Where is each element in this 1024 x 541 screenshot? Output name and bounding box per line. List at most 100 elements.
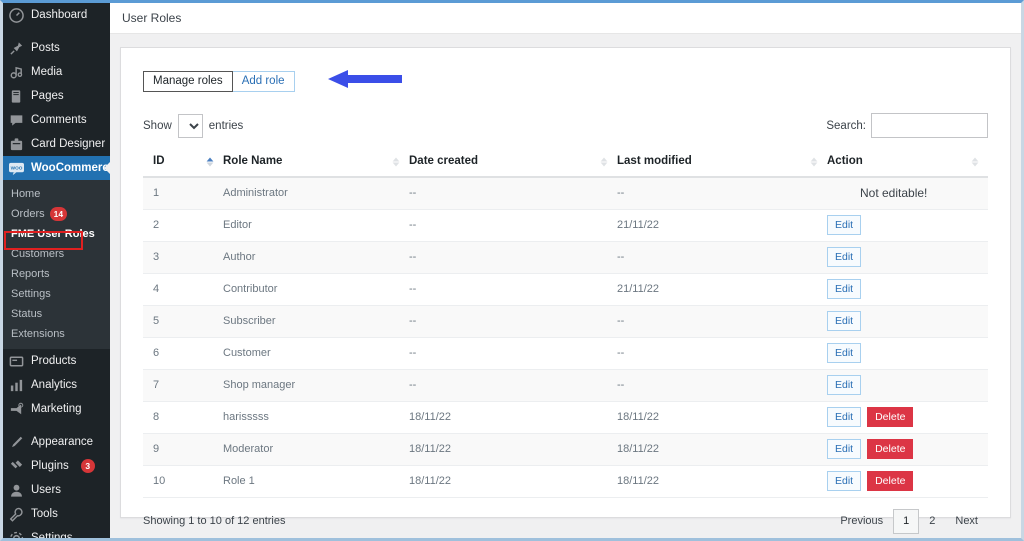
submenu-item-reports[interactable]: Reports — [3, 264, 110, 284]
delete-button[interactable]: Delete — [867, 407, 914, 427]
sidebar-item-plugins[interactable]: Plugins 3 — [3, 454, 110, 478]
cell-id: 6 — [143, 337, 223, 370]
cell-id: 7 — [143, 369, 223, 402]
sidebar-item-comments[interactable]: Comments — [3, 108, 110, 132]
edit-button[interactable]: Edit — [827, 279, 862, 299]
sidebar-item-card-designer[interactable]: Card Designer — [3, 132, 110, 156]
roles-toolbar: Manage roles Add role — [143, 68, 988, 95]
cell-id-value: 10 — [153, 475, 166, 487]
cell-last-modified: 18/11/22 — [617, 465, 827, 498]
cell-last-modified: 18/11/22 — [617, 433, 827, 466]
cell-id-value: 6 — [153, 347, 160, 359]
sidebar-secondary-items: Products Analytics Marketing Appearance Plug… — [3, 349, 110, 538]
cell-action: Edit — [827, 241, 988, 274]
action-buttons: Edit — [827, 343, 988, 363]
sidebar-item-products[interactable]: Products — [3, 349, 110, 373]
cell-date-created-value: 18/11/22 — [409, 411, 452, 423]
sidebar-item-analytics[interactable]: Analytics — [3, 373, 110, 397]
cell-last-modified-value: -- — [617, 315, 625, 327]
cell-date-created: 18/11/22 — [409, 401, 617, 434]
cell-id: 9 — [143, 433, 223, 466]
submenu-item-status[interactable]: Status — [3, 304, 110, 324]
cell-role-name-value: Contributor — [223, 283, 278, 295]
column-header-label: Last modified — [617, 155, 692, 167]
edit-button[interactable]: Edit — [827, 215, 862, 235]
submenu-item-fme-user-roles[interactable]: FME User Roles — [3, 224, 110, 244]
column-header-action[interactable]: Action — [827, 147, 988, 178]
submenu-item-customers[interactable]: Customers — [3, 244, 110, 264]
action-buttons: Not editable! — [827, 186, 988, 200]
column-header-id[interactable]: ID — [143, 147, 223, 178]
pagination-page-1[interactable]: 1 — [893, 508, 920, 534]
pagination: Previous 1 2 Next — [830, 508, 988, 534]
manage-roles-button[interactable]: Manage roles — [143, 70, 233, 92]
cell-last-modified-value: -- — [617, 379, 625, 391]
column-header-label: Action — [827, 155, 863, 167]
cell-id-value: 1 — [153, 187, 160, 200]
pagination-page-2[interactable]: 2 — [919, 509, 945, 534]
sidebar-item-media[interactable]: Media — [3, 60, 110, 84]
sidebar-item-posts[interactable]: Posts — [3, 36, 110, 60]
pin-icon — [9, 41, 24, 56]
browser-screenshot: Dashboard Posts Media Pages Comments Card Des… — [0, 0, 1024, 541]
sidebar-item-tools[interactable]: Tools — [3, 502, 110, 526]
cell-action: Edit — [827, 209, 988, 242]
cell-date-created-value: 18/11/22 — [409, 475, 452, 487]
cell-last-modified-value: 18/11/22 — [617, 443, 660, 455]
sidebar-item-dashboard[interactable]: Dashboard — [3, 3, 110, 27]
submenu-item-label: Extensions — [11, 328, 65, 340]
sidebar-item-settings[interactable]: Settings — [3, 526, 110, 538]
sidebar-item-label: Analytics — [31, 379, 78, 391]
cell-last-modified-value: 18/11/22 — [617, 475, 660, 487]
column-header-last-modified[interactable]: Last modified — [617, 147, 827, 178]
sidebar-item-label: Users — [31, 484, 62, 496]
sidebar-item-woocommerce[interactable]: WOO WooCommerce — [3, 156, 115, 180]
cell-date-created-value: -- — [409, 379, 417, 391]
sidebar-item-marketing[interactable]: Marketing — [3, 397, 110, 421]
delete-button[interactable]: Delete — [867, 439, 914, 459]
page-title: User Roles — [122, 11, 182, 25]
sidebar-item-appearance[interactable]: Appearance — [3, 430, 110, 454]
add-role-button[interactable]: Add role — [232, 70, 295, 92]
edit-button[interactable]: Edit — [827, 375, 862, 395]
delete-button[interactable]: Delete — [867, 471, 914, 491]
table-body: 1 Administrator -- -- Not editable! 2 Editor --… — [143, 177, 988, 498]
show-label: Show — [143, 119, 172, 132]
sidebar-item-label: Card Designer — [31, 138, 106, 150]
edit-button[interactable]: Edit — [827, 439, 862, 459]
edit-button[interactable]: Edit — [827, 407, 862, 427]
cell-date-created-value: -- — [409, 219, 417, 231]
cell-date-created: 18/11/22 — [409, 465, 617, 498]
pagination-next[interactable]: Next — [945, 509, 988, 534]
column-header-label: Date created — [409, 155, 479, 167]
submenu-item-home[interactable]: Home — [3, 184, 110, 204]
edit-button[interactable]: Edit — [827, 471, 862, 491]
action-buttons: Edit — [827, 247, 988, 267]
sidebar-item-pages[interactable]: Pages — [3, 84, 110, 108]
edit-button[interactable]: Edit — [827, 311, 862, 331]
cell-id: 2 — [143, 209, 223, 242]
cell-id: 10 — [143, 465, 223, 498]
cell-id-value: 2 — [153, 219, 160, 231]
sidebar-count-badge: 3 — [80, 459, 95, 473]
arrow-left-icon — [326, 68, 404, 95]
cell-action: Not editable! — [827, 177, 988, 210]
cell-date-created-value: -- — [409, 251, 417, 263]
submenu-item-orders[interactable]: Orders 14 — [3, 204, 110, 224]
search-input[interactable] — [871, 113, 988, 138]
pagination-previous[interactable]: Previous — [830, 509, 893, 534]
submenu-item-extensions[interactable]: Extensions — [3, 324, 110, 344]
edit-button[interactable]: Edit — [827, 247, 862, 267]
edit-button[interactable]: Edit — [827, 343, 862, 363]
column-header-role-name[interactable]: Role Name — [223, 147, 409, 178]
cell-role-name-value: Shop manager — [223, 379, 296, 391]
sort-ascending-icon — [206, 157, 214, 166]
column-header-date-created[interactable]: Date created — [409, 147, 617, 178]
roles-panel: Manage roles Add role Show 102550100 ent… — [120, 47, 1011, 534]
entries-select[interactable]: 102550100 — [177, 113, 203, 138]
submenu-item-settings[interactable]: Settings — [3, 284, 110, 304]
submenu-item-label: Status — [11, 308, 43, 320]
cell-date-created: -- — [409, 209, 617, 242]
sidebar-item-users[interactable]: Users — [3, 478, 110, 502]
submenu-item-label: Customers — [11, 248, 65, 260]
